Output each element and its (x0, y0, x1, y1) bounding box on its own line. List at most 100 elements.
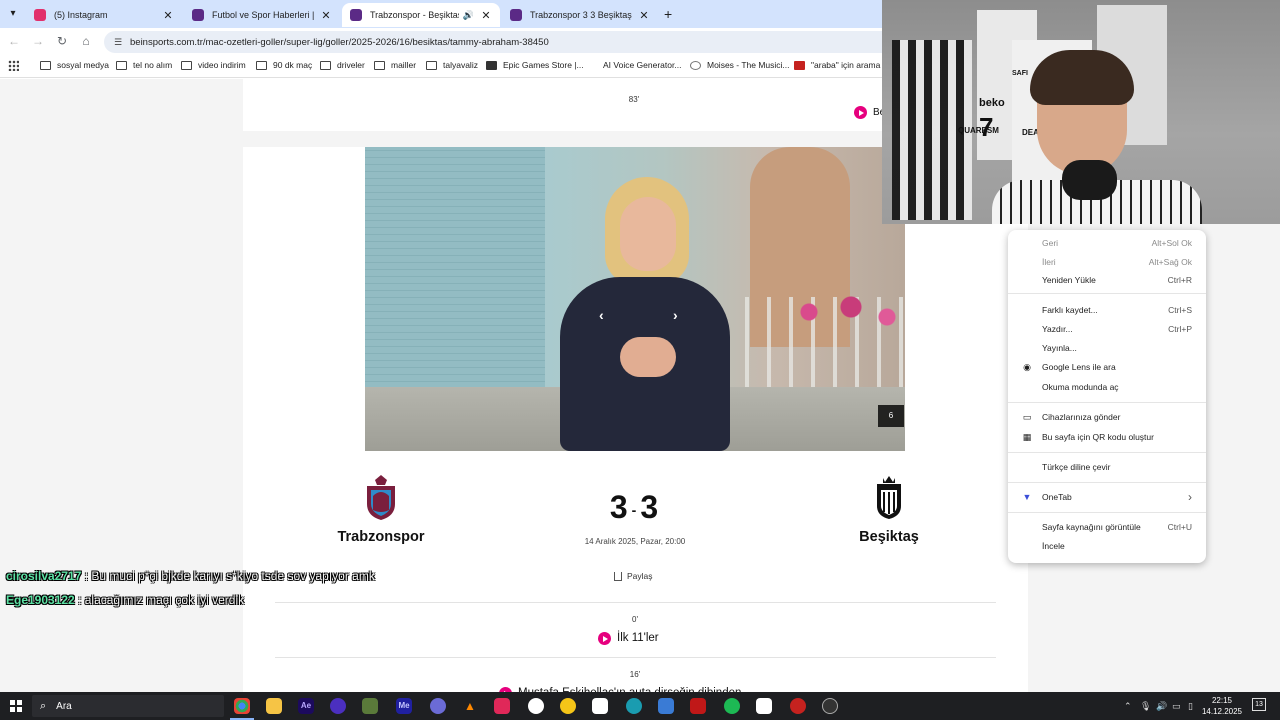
tab-search-chevron-icon[interactable]: ▾ (4, 6, 22, 22)
menu-item-forward[interactable]: İleri Alt+Sağ Ok (1008, 253, 1206, 271)
chrome-icon[interactable] (230, 698, 254, 720)
menu-item-translate[interactable]: Türkçe diline çevir (1008, 458, 1206, 476)
obs-icon[interactable] (822, 698, 838, 714)
menu-item-onetab[interactable]: ▼ OneTab › (1008, 488, 1206, 506)
vlc-icon[interactable]: ▲ (462, 698, 478, 714)
address-bar[interactable]: ☰ beinsports.com.tr/mac-ozetleri-goller/… (104, 31, 894, 53)
scoreline: 3 -3 (600, 489, 670, 526)
app-icon[interactable] (528, 698, 544, 714)
capcut-icon[interactable] (592, 698, 608, 714)
webcam-overlay: beko 7 QUARESM SAFI DEADLYW (882, 0, 1280, 224)
maps-icon[interactable] (560, 698, 576, 714)
back-arrow-icon[interactable]: ← (6, 34, 22, 48)
menu-shortcut: Alt+Sol Ok (1151, 238, 1192, 248)
reload-icon[interactable]: ↻ (54, 34, 70, 48)
tab-instagram[interactable]: (5) Instagram ✕ (26, 3, 182, 27)
tray-chevron-icon[interactable]: ⌃ (1124, 701, 1132, 712)
menu-item-save-as[interactable]: Farklı kaydet... Ctrl+S (1008, 301, 1206, 319)
app-icon[interactable] (690, 698, 706, 714)
bookmark-folder[interactable]: video indirim (181, 60, 246, 70)
menu-item-view-source[interactable]: Sayfa kaynağını görüntüle Ctrl+U (1008, 518, 1206, 536)
video-prev-icon[interactable]: ‹ (599, 307, 604, 323)
folder-icon (320, 60, 331, 70)
menu-item-cast[interactable]: Yayınla... (1008, 339, 1206, 357)
spotify-icon[interactable] (724, 698, 740, 714)
menu-item-send-to-devices[interactable]: ▭ Cihazlarınıza gönder (1008, 408, 1206, 426)
menu-shortcut: Ctrl+U (1167, 522, 1192, 532)
menu-separator (1008, 293, 1206, 294)
bookmark-moises[interactable]: Moises - The Musici... (690, 60, 790, 70)
home-score: 3 (609, 489, 630, 525)
volume-icon[interactable]: 🔊 (1156, 701, 1167, 712)
shield-icon[interactable] (330, 698, 346, 714)
bookmark-folder[interactable]: mailler (374, 60, 416, 70)
close-icon[interactable]: ✕ (162, 9, 174, 22)
bookmark-folder[interactable]: tel no alım (116, 60, 172, 70)
menu-item-reading-mode[interactable]: Okuma modunda aç (1008, 378, 1206, 396)
taskbar-search[interactable]: ⌕ Ara (32, 695, 224, 717)
forward-arrow-icon[interactable]: → (30, 34, 46, 48)
tab-title: Trabzonspor - Beşiktaş Maç (370, 10, 459, 20)
video-next-icon[interactable]: › (673, 307, 678, 323)
tab-title: Trabzonspor 3 3 Beşiktaş | beIN (530, 10, 632, 20)
menu-item-print[interactable]: Yazdır... Ctrl+P (1008, 320, 1206, 338)
menu-item-inspect[interactable]: İncele (1008, 537, 1206, 555)
battery-icon[interactable]: ▯ (1188, 701, 1193, 712)
site-info-icon[interactable]: ☰ (114, 37, 124, 48)
globe-icon[interactable] (626, 698, 642, 714)
system-clock[interactable]: 22:15 14.12.2025 (1198, 695, 1246, 717)
tab-trabzonspor-3-3[interactable]: Trabzonspor 3 3 Beşiktaş | beIN ✕ (502, 3, 658, 27)
tiktok-icon[interactable] (494, 698, 510, 714)
besiktas-crest-icon (877, 476, 901, 519)
speaker-icon[interactable]: 🔊 (463, 10, 474, 21)
close-icon[interactable]: ✕ (638, 9, 650, 22)
event-label[interactable]: İlk 11'ler (617, 632, 659, 644)
bookmark-araba-search[interactable]: "araba" için arama s... (794, 60, 894, 70)
apps-grid-icon[interactable] (8, 60, 19, 71)
windows-start-icon[interactable] (10, 700, 22, 712)
event-minute: 0' (632, 615, 638, 624)
bookmark-ai-voice[interactable]: AI Voice Generator... (586, 60, 681, 70)
tab-futbol[interactable]: Futbol ve Spor Haberleri | Maç ✕ (184, 3, 340, 27)
bookmark-label: Epic Games Store |... (503, 60, 584, 70)
play-icon[interactable] (854, 106, 867, 119)
menu-item-reload[interactable]: Yeniden Yükle Ctrl+R (1008, 271, 1206, 289)
folder-icon (181, 60, 192, 70)
bookmark-folder[interactable]: talyavaliz (426, 60, 478, 70)
file-explorer-icon[interactable] (266, 698, 282, 714)
video-ad-counter[interactable]: 6 (878, 405, 904, 427)
share-button[interactable]: Paylaş (614, 571, 653, 581)
app-icon[interactable] (430, 698, 446, 714)
capcut-icon[interactable] (756, 698, 772, 714)
microphone-icon[interactable]: 🎙 (1140, 701, 1151, 712)
close-icon[interactable]: ✕ (320, 9, 332, 22)
new-tab-button[interactable]: + (664, 6, 672, 22)
menu-item-label: Okuma modunda aç (1042, 382, 1119, 392)
bookmark-label: driveler (337, 60, 365, 70)
notification-icon[interactable]: 13 (1252, 698, 1266, 711)
tab-trabzonspor-besiktas-active[interactable]: Trabzonspor - Beşiktaş Maç 🔊 ✕ (342, 3, 500, 27)
photos-icon[interactable] (658, 698, 674, 714)
bookmark-epic-games[interactable]: Epic Games Store |... (486, 60, 584, 70)
video-player[interactable]: ‹ › (365, 147, 905, 451)
share-icon (614, 571, 622, 581)
chat-username: cirosilva2717 (6, 569, 82, 583)
menu-item-back[interactable]: Geri Alt+Sol Ok (1008, 234, 1206, 252)
network-icon[interactable]: ▭ (1172, 701, 1181, 712)
opera-icon[interactable] (790, 698, 806, 714)
clock-date: 14.12.2025 (1201, 707, 1243, 716)
home-icon[interactable]: ⌂ (78, 34, 94, 48)
bookmark-folder[interactable]: sosyal medya (40, 60, 109, 70)
video-presenter (560, 177, 730, 451)
bookmark-label: sosyal medya (57, 60, 109, 70)
chat-message: cirosilva2717 : Bu muci p*çi bjkde karıy… (6, 569, 375, 583)
game-icon[interactable] (362, 698, 378, 714)
menu-item-qr-code[interactable]: ▦ Bu sayfa için QR kodu oluştur (1008, 428, 1206, 446)
bookmark-folder[interactable]: 90 dk maç (256, 60, 312, 70)
play-icon[interactable] (598, 632, 611, 645)
menu-item-google-lens[interactable]: ◉ Google Lens ile ara (1008, 358, 1206, 376)
close-icon[interactable]: ✕ (480, 9, 492, 22)
menu-separator (1008, 482, 1206, 483)
bookmark-folder[interactable]: driveler (320, 60, 365, 70)
away-team-name: Beşiktaş (859, 529, 919, 545)
